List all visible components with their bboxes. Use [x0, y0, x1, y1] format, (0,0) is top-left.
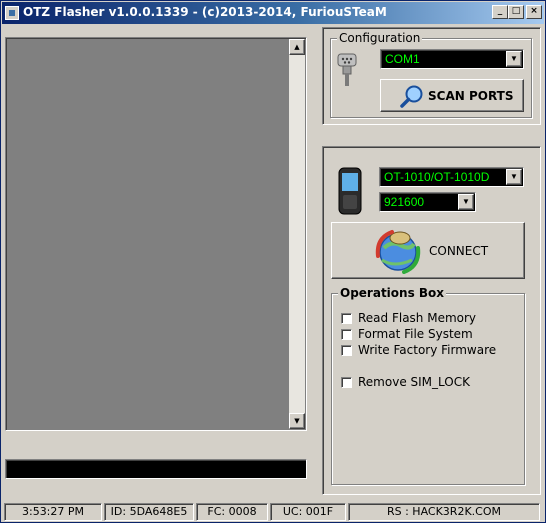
- model-select-value: OT-1010/OT-1010D: [384, 170, 490, 184]
- format-fs-label: Format File System: [358, 327, 473, 341]
- magnifier-icon: [399, 84, 425, 113]
- main-window: OTZ Flasher v1.0.0.1339 - (c)2013-2014, …: [0, 0, 546, 523]
- remove-simlock-label: Remove SIM_LOCK: [358, 375, 470, 389]
- connect-button[interactable]: CONNECT: [331, 222, 525, 279]
- status-time: 3:53:27 PM: [4, 503, 102, 521]
- serial-port-icon: [335, 52, 359, 88]
- window-title: OTZ Flasher v1.0.0.1339 - (c)2013-2014, …: [23, 5, 387, 19]
- port-select-value: COM1: [385, 52, 420, 66]
- baud-select[interactable]: 921600 ▼: [379, 192, 476, 212]
- chevron-down-icon[interactable]: ▼: [458, 194, 474, 210]
- checkbox-box[interactable]: [341, 377, 352, 388]
- device-panel: OT-1010/OT-1010D ▼ 921600 ▼ CONNECT Oper…: [322, 146, 541, 495]
- log-panel[interactable]: ▲ ▼: [5, 37, 307, 431]
- scan-ports-button[interactable]: SCAN PORTS: [380, 79, 524, 112]
- close-icon: ×: [530, 6, 538, 16]
- title-bar[interactable]: OTZ Flasher v1.0.0.1339 - (c)2013-2014, …: [2, 2, 544, 24]
- format-fs-checkbox[interactable]: Format File System: [341, 327, 473, 341]
- minimize-icon: _: [497, 6, 503, 16]
- checkbox-box[interactable]: [341, 345, 352, 356]
- scroll-down-button[interactable]: ▼: [289, 413, 305, 429]
- operations-label: Operations Box: [338, 286, 447, 300]
- scroll-down-icon: ▼: [294, 417, 300, 425]
- maximize-icon: □: [511, 6, 521, 16]
- log-scrollbar[interactable]: ▲ ▼: [289, 39, 305, 429]
- scroll-up-icon: ▲: [294, 43, 300, 51]
- status-uc: UC: 001F: [270, 503, 346, 521]
- port-select[interactable]: COM1 ▼: [380, 49, 524, 69]
- minimize-button[interactable]: _: [492, 5, 508, 19]
- maximize-button[interactable]: □: [508, 5, 524, 19]
- right-panel: Configuration COM1 ▼ SCAN PORTS: [322, 27, 541, 125]
- read-flash-label: Read Flash Memory: [358, 311, 477, 325]
- status-fc: FC: 0008: [196, 503, 268, 521]
- write-firmware-checkbox[interactable]: Write Factory Firmware: [341, 343, 496, 357]
- phone-icon: [337, 167, 363, 215]
- status-bar: 3:53:27 PM ID: 5DA648E5 FC: 0008 UC: 001…: [2, 501, 544, 522]
- read-flash-checkbox[interactable]: Read Flash Memory: [341, 311, 476, 325]
- scroll-up-button[interactable]: ▲: [289, 39, 305, 55]
- remove-simlock-checkbox[interactable]: Remove SIM_LOCK: [341, 375, 470, 389]
- checkbox-box[interactable]: [341, 329, 352, 340]
- chevron-down-icon[interactable]: ▼: [506, 51, 522, 67]
- progress-bar: [5, 459, 307, 479]
- write-firmware-label: Write Factory Firmware: [358, 343, 497, 357]
- model-select[interactable]: OT-1010/OT-1010D ▼: [379, 167, 524, 187]
- checkbox-box[interactable]: [341, 313, 352, 324]
- chevron-down-icon[interactable]: ▼: [506, 169, 522, 185]
- connect-globe-icon: [374, 226, 424, 277]
- baud-select-value: 921600: [384, 195, 425, 209]
- connect-label: CONNECT: [429, 244, 489, 258]
- app-icon: [5, 6, 19, 20]
- close-button[interactable]: ×: [526, 5, 542, 19]
- configuration-label: Configuration: [337, 31, 423, 45]
- status-id: ID: 5DA648E5: [104, 503, 194, 521]
- status-rs: RS : HACK3R2K.COM: [348, 503, 540, 521]
- scan-ports-label: SCAN PORTS: [428, 89, 514, 103]
